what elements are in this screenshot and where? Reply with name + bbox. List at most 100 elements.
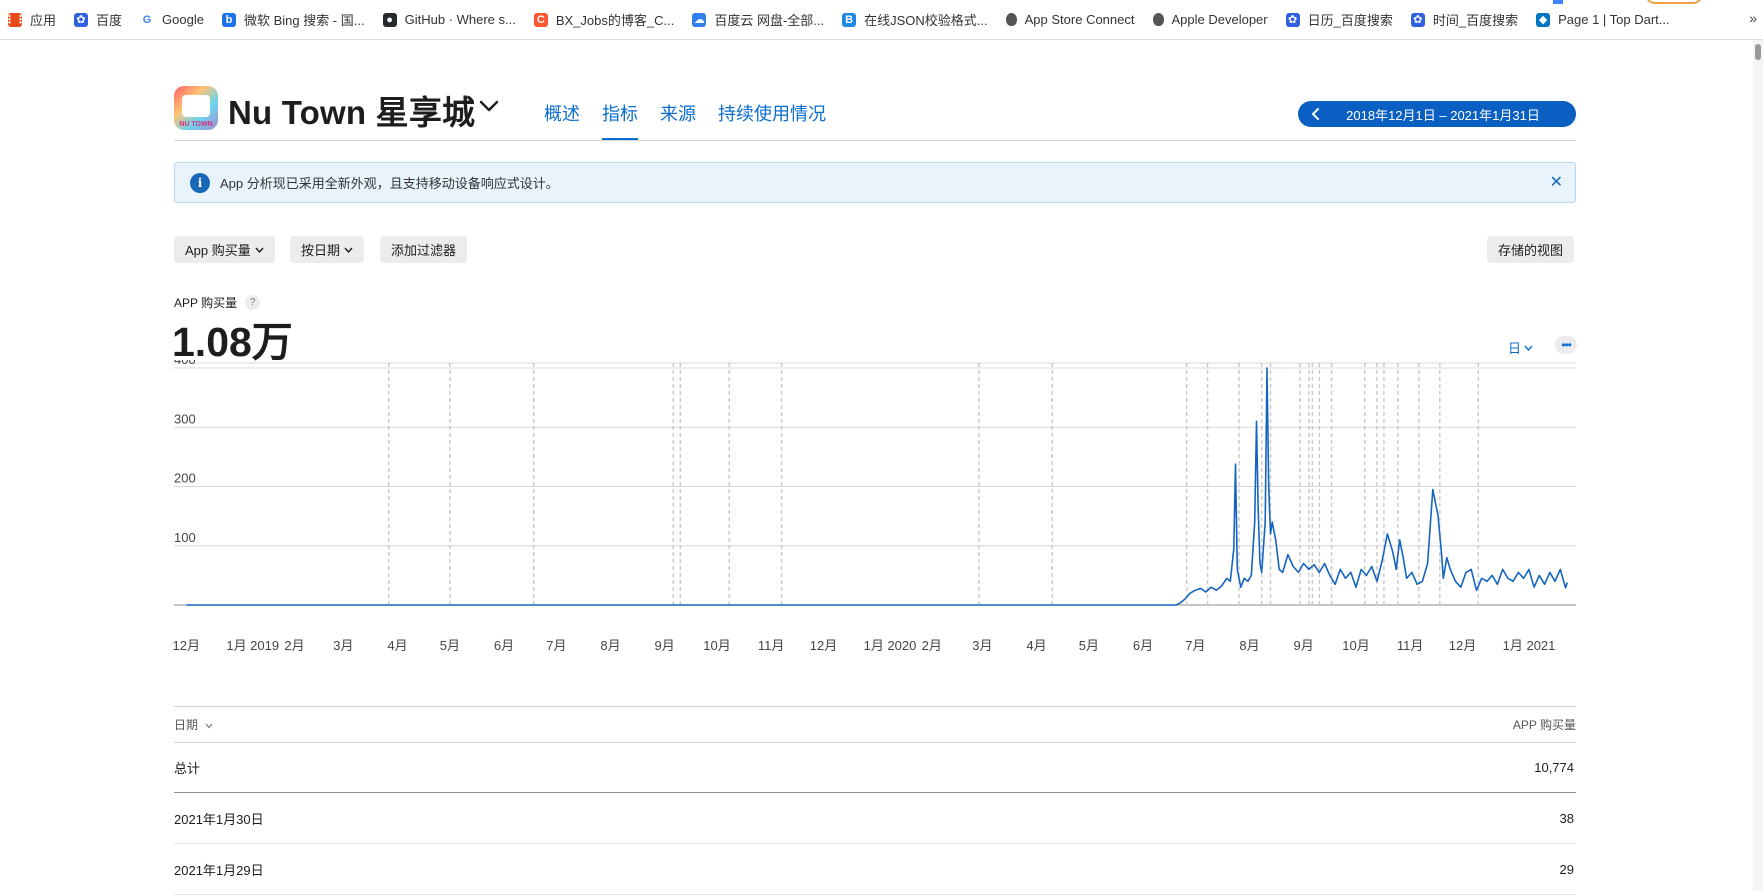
saved-views-label: 存储的视图: [1498, 243, 1564, 258]
bookmark-label: 时间_百度搜索: [1432, 13, 1519, 28]
bookmark-item[interactable]: ✿ 日历_百度搜索: [1285, 10, 1393, 29]
group-by-button[interactable]: 按日期: [290, 236, 365, 263]
app-icon: NU TOWN: [174, 86, 218, 130]
date-column-header[interactable]: 日期: [174, 716, 213, 733]
page-scrollbar[interactable]: [1753, 40, 1763, 891]
purchases-line-chart: 100 200 300 400 12月 1月 2019 2月 3月 4月 5月 6月 7月 8月 9月 10…: [172, 360, 1576, 653]
date-range-label[interactable]: 2018年12月1日 – 2021年1月31日: [1334, 105, 1576, 124]
metric-column-header[interactable]: APP 购买量: [1513, 716, 1576, 733]
add-filter-button[interactable]: 添加过滤器: [380, 236, 468, 263]
banner-text: App 分析现已采用全新外观，且支持移动设备响应式设计。: [220, 176, 559, 191]
chevron-left-icon[interactable]: [1298, 101, 1334, 127]
bookmark-label: Page 1 | Top Dart...: [1558, 12, 1670, 27]
y-tick-label: 100: [174, 530, 196, 545]
bookmark-label: 应用: [30, 13, 57, 28]
x-tick-label: 1月 2019: [226, 638, 279, 653]
row-date: 2021年1月29日: [174, 862, 264, 878]
row-value: 38: [1559, 810, 1574, 826]
bookmark-label: GitHub · Where s...: [404, 12, 516, 27]
table-row: 2021年1月29日 29: [174, 844, 1576, 895]
bookmark-item[interactable]: B 在线JSON校验格式...: [842, 10, 988, 29]
section-tabs: 概述 指标 来源 持续使用情况: [544, 100, 848, 140]
bookmark-item[interactable]: ◆ Page 1 | Top Dart...: [1536, 12, 1670, 27]
tab-indicator: [1553, 0, 1563, 4]
saved-views-button[interactable]: 存储的视图: [1487, 236, 1575, 263]
tab-retention[interactable]: 持续使用情况: [718, 100, 826, 140]
bookmark-item[interactable]: G Google: [140, 12, 204, 27]
x-tick-label: 12月: [810, 638, 837, 653]
x-tick-label: 7月: [1185, 638, 1205, 653]
y-tick-label: 300: [174, 411, 196, 426]
bookmark-item[interactable]: App Store Connect: [1005, 12, 1135, 27]
chevron-down-icon: [255, 247, 264, 253]
x-tick-label: 9月: [654, 638, 674, 653]
metric-selector-button[interactable]: App 购买量: [174, 236, 275, 263]
x-tick-label: 2月: [922, 638, 942, 653]
app-icon-house: [182, 95, 210, 117]
bookmarks-bar: ⋮⋮ 应用 ✿ 百度 G Google b 微软 Bing 搜索 - 国... ● GitHub …: [0, 0, 1763, 40]
bookmark-item[interactable]: ⋮⋮ 应用: [4, 10, 57, 29]
granularity-label: 日: [1508, 341, 1522, 356]
scrollbar-thumb[interactable]: [1755, 44, 1761, 60]
dart-icon: ◆: [1536, 12, 1551, 27]
data-table: 日期 APP 购买量 总计 10,774 2021年1月30日 38 2021年…: [174, 706, 1576, 895]
y-tick-label: 400: [174, 360, 196, 367]
github-icon: ●: [382, 12, 397, 27]
row-value: 29: [1559, 861, 1574, 877]
total-value: 10,774: [1534, 760, 1574, 775]
x-tick-label: 8月: [1239, 638, 1259, 653]
baidu-paw-icon: ✿: [1410, 12, 1425, 27]
apple-icon: [1152, 13, 1164, 26]
csdn-icon: C: [533, 12, 548, 27]
x-tick-label: 7月: [546, 638, 566, 653]
tab-sources[interactable]: 来源: [660, 100, 696, 140]
bookmarks-overflow-button[interactable]: »: [1749, 10, 1757, 26]
group-by-label: 按日期: [301, 243, 341, 258]
x-tick-label: 5月: [440, 638, 460, 653]
metric-selector-label: App 购买量: [185, 243, 251, 258]
more-options-button[interactable]: •••: [1555, 336, 1577, 354]
bookmark-item[interactable]: b 微软 Bing 搜索 - 国...: [221, 10, 365, 29]
tab-metrics[interactable]: 指标: [602, 100, 638, 140]
row-date: 2021年1月30日: [174, 811, 264, 827]
json-icon: B: [842, 12, 857, 27]
close-icon[interactable]: ✕: [1550, 172, 1563, 192]
x-tick-label: 10月: [1342, 638, 1369, 653]
baidu-cloud-icon: ☁: [692, 12, 707, 27]
profile-badge[interactable]: [1645, 0, 1703, 4]
bookmark-label: 微软 Bing 搜索 - 国...: [243, 13, 365, 28]
chevron-down-icon: [1524, 345, 1533, 351]
app-title[interactable]: Nu Town 星享城: [228, 86, 475, 134]
app-icon-caption: NU TOWN: [179, 121, 213, 128]
bookmark-item[interactable]: ● GitHub · Where s...: [382, 12, 516, 27]
x-tick-label: 10月: [703, 638, 730, 653]
x-tick-label: 6月: [1133, 638, 1153, 653]
x-tick-label: 6月: [494, 638, 514, 653]
apps-grid-icon: ⋮⋮: [4, 12, 26, 27]
sort-chevron-down-icon: [205, 723, 213, 729]
granularity-selector[interactable]: 日: [1508, 338, 1533, 357]
table-row: 2021年1月30日 38: [174, 793, 1576, 844]
tab-overview[interactable]: 概述: [544, 100, 580, 140]
bookmark-item[interactable]: ☁ 百度云 网盘-全部...: [692, 10, 824, 29]
header-divider: [174, 140, 1576, 141]
bookmark-label: BX_Jobs的博客_C...: [555, 13, 675, 28]
x-tick-label: 12月: [1449, 638, 1476, 653]
x-tick-label: 9月: [1294, 638, 1314, 653]
x-tick-label: 1月 2021: [1503, 638, 1556, 653]
google-icon: G: [142, 13, 152, 26]
bookmark-item[interactable]: ✿ 百度: [74, 10, 122, 29]
info-banner: i App 分析现已采用全新外观，且支持移动设备响应式设计。 ✕: [174, 162, 1576, 203]
bookmark-item[interactable]: ✿ 时间_百度搜索: [1410, 10, 1519, 29]
x-tick-label: 4月: [387, 638, 407, 653]
app-switcher-chevron-down-icon[interactable]: [478, 97, 500, 115]
bookmark-item[interactable]: C BX_Jobs的博客_C...: [533, 10, 675, 29]
x-tick-label: 11月: [1397, 638, 1424, 653]
bookmark-item[interactable]: Apple Developer: [1152, 12, 1268, 27]
bookmark-label: Apple Developer: [1171, 12, 1268, 27]
x-tick-label: 4月: [1026, 638, 1046, 653]
date-range-picker[interactable]: 2018年12月1日 – 2021年1月31日: [1298, 101, 1576, 127]
table-header: 日期 APP 购买量: [174, 707, 1576, 743]
chevron-down-icon: [344, 247, 353, 253]
bookmark-label: App Store Connect: [1024, 12, 1135, 27]
